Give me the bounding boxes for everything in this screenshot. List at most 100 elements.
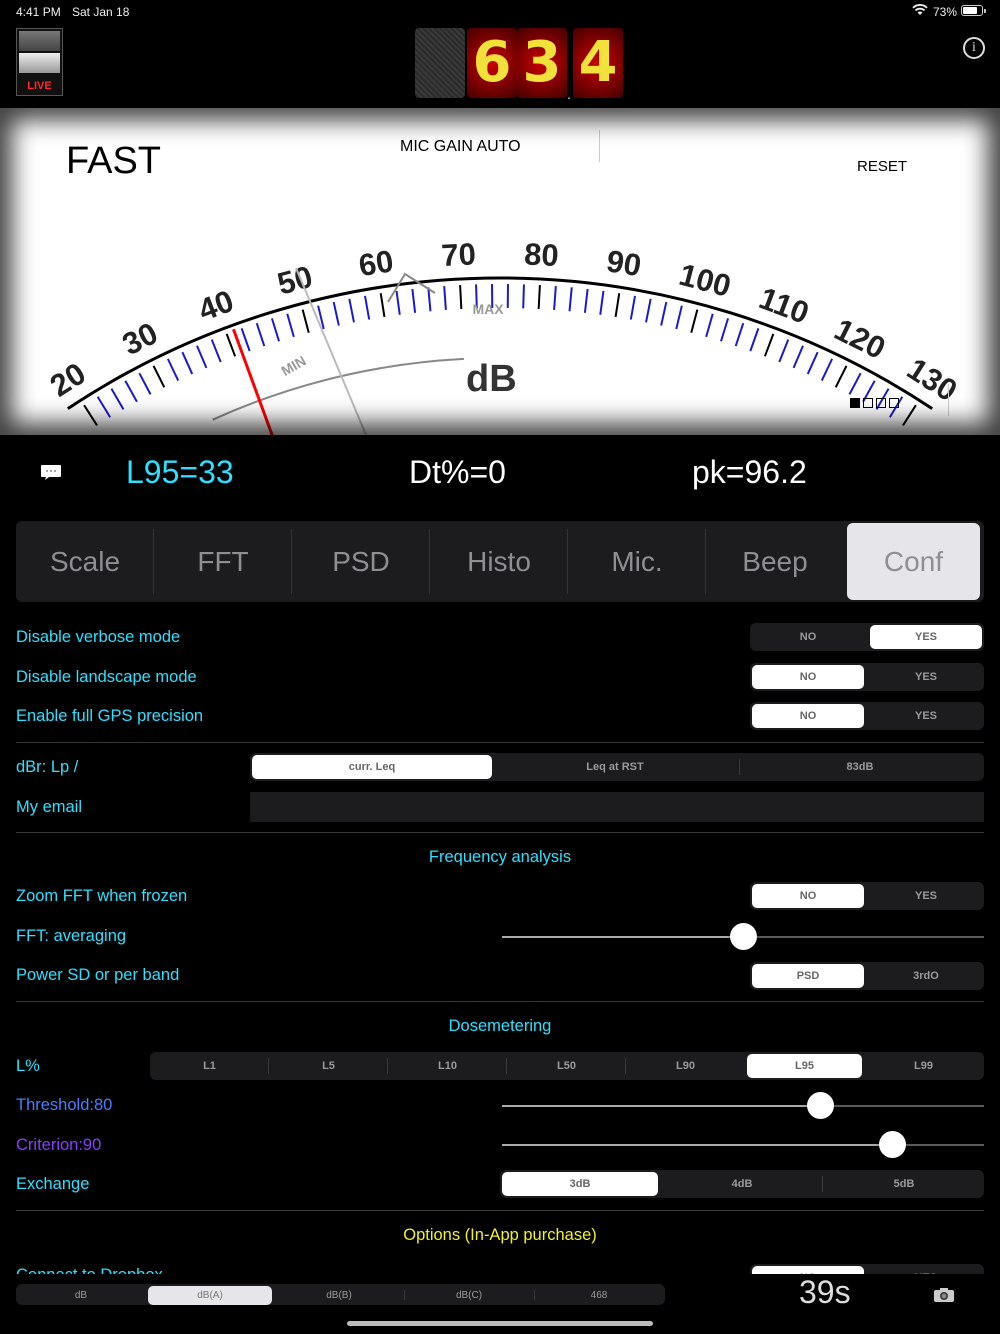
tab-psd[interactable]: PSD xyxy=(292,521,430,602)
tab-histo[interactable]: Histo xyxy=(430,521,568,602)
level-display: 6 3 . 4 xyxy=(415,28,623,102)
landscape-yes[interactable]: YES xyxy=(870,665,982,689)
scale-tick xyxy=(225,333,237,357)
zoom-fft-label: Zoom FFT when frozen xyxy=(16,887,188,905)
threshold-thumb[interactable] xyxy=(807,1092,835,1119)
lpercent-l10[interactable]: L10 xyxy=(390,1054,505,1078)
dbr-curr-leq[interactable]: curr. Leq xyxy=(252,755,492,779)
min-label: MIN xyxy=(278,352,308,379)
scale-tick xyxy=(834,365,848,388)
tab-scale[interactable]: Scale xyxy=(16,521,154,602)
fft-averaging-thumb[interactable] xyxy=(730,923,757,950)
scale-tick xyxy=(379,293,386,318)
threshold-slider[interactable] xyxy=(502,1092,984,1119)
tab-bar: Scale FFT PSD Histo Mic. Beep Conf xyxy=(16,521,984,602)
scale-tick xyxy=(96,396,112,418)
scale-tick xyxy=(720,318,730,342)
scale-tick xyxy=(166,358,180,381)
verbose-no[interactable]: NO xyxy=(752,625,864,649)
scale-tick xyxy=(763,333,775,357)
divider xyxy=(16,1001,984,1002)
exchange-label: Exchange xyxy=(16,1175,90,1193)
criterion-thumb[interactable] xyxy=(879,1131,907,1158)
scale-label: 30 xyxy=(117,315,164,362)
page-indicator[interactable] xyxy=(850,395,902,413)
criterion-slider[interactable] xyxy=(502,1131,984,1158)
exchange-3db[interactable]: 3dB xyxy=(502,1172,658,1196)
options-section-title: Options (In-App purchase) xyxy=(403,1226,597,1244)
lpercent-l1[interactable]: L1 xyxy=(152,1054,267,1078)
lpercent-l99[interactable]: L99 xyxy=(866,1054,981,1078)
scale-tick xyxy=(599,290,605,315)
lpercent-l5[interactable]: L5 xyxy=(271,1054,386,1078)
verbose-yes[interactable]: YES xyxy=(870,625,982,649)
display-digit: 6 xyxy=(467,28,517,98)
dropbox-label[interactable]: Connect to Dropbox xyxy=(16,1266,163,1274)
gps-yes[interactable]: YES xyxy=(870,704,982,728)
dbr-83db[interactable]: 83dB xyxy=(740,755,980,779)
landscape-no[interactable]: NO xyxy=(752,665,864,689)
zoom-fft-no[interactable]: NO xyxy=(752,884,864,908)
email-field[interactable] xyxy=(250,792,984,822)
chat-bubble-icon[interactable] xyxy=(41,463,61,481)
weighting-dbb[interactable]: dB(B) xyxy=(276,1286,402,1305)
scale-tick xyxy=(210,339,222,363)
camera-icon[interactable] xyxy=(933,1287,955,1303)
scale-tick xyxy=(690,309,699,334)
power-sd-3rdo[interactable]: 3rdO xyxy=(870,964,982,988)
scale-tick xyxy=(138,372,152,395)
lpercent-l50[interactable]: L50 xyxy=(509,1054,624,1078)
scale-tick xyxy=(522,284,525,309)
scale-tick xyxy=(255,322,266,347)
weighting-db[interactable]: dB xyxy=(18,1286,144,1305)
max-label: MAX xyxy=(472,301,504,317)
tab-fft[interactable]: FFT xyxy=(154,521,292,602)
battery-icon xyxy=(961,5,986,16)
scale-tick xyxy=(411,288,417,313)
power-sd-psd[interactable]: PSD xyxy=(752,964,864,988)
lpercent-l95[interactable]: L95 xyxy=(747,1054,862,1078)
lpercent-selector: L1 L5 L10 L50 L90 L95 L99 xyxy=(150,1052,984,1080)
meter-needle xyxy=(232,328,274,435)
fft-averaging-slider[interactable] xyxy=(502,923,984,950)
scale-tick xyxy=(660,301,668,326)
weighting-468[interactable]: 468 xyxy=(536,1286,662,1305)
live-button[interactable]: LIVE xyxy=(16,28,63,96)
scale-tick xyxy=(629,295,636,320)
display-digit: 4 xyxy=(573,28,623,98)
tab-beep[interactable]: Beep xyxy=(706,521,844,602)
scale-label: 120 xyxy=(829,312,891,366)
scale-tick xyxy=(395,290,401,315)
scale-label: 50 xyxy=(274,259,316,302)
dbr-selector: curr. Leq Leq at RST 83dB xyxy=(250,753,984,781)
weighting-dbc[interactable]: dB(C) xyxy=(406,1286,532,1305)
dbr-leq-at-rst[interactable]: Leq at RST xyxy=(495,755,735,779)
exchange-4db[interactable]: 4dB xyxy=(664,1172,820,1196)
exchange-5db[interactable]: 5dB xyxy=(826,1172,982,1196)
scale-tick xyxy=(820,358,834,381)
scale-tick xyxy=(332,301,340,326)
dropbox-yes[interactable]: YES xyxy=(870,1266,982,1274)
tab-mic[interactable]: Mic. xyxy=(568,521,706,602)
scale-tick xyxy=(196,345,208,369)
weighting-dba[interactable]: dB(A) xyxy=(148,1286,272,1305)
scale-label: 40 xyxy=(194,283,239,328)
timer-readout: 39s xyxy=(799,1274,851,1307)
divider xyxy=(16,1210,984,1211)
unit-label: dB xyxy=(466,358,517,400)
display-digit: 3 xyxy=(517,28,567,98)
scale-tick xyxy=(792,345,804,369)
lpercent-l90[interactable]: L90 xyxy=(628,1054,743,1078)
tab-conf[interactable]: Conf xyxy=(847,523,980,600)
dropbox-no[interactable]: NO xyxy=(752,1266,864,1274)
scale-tick xyxy=(459,284,463,310)
zoom-fft-yes[interactable]: YES xyxy=(870,884,982,908)
dropbox-toggle: NO YES xyxy=(750,1264,984,1274)
scale-tick xyxy=(749,328,760,352)
scale-label: 80 xyxy=(523,236,559,273)
scale-label: 60 xyxy=(356,243,395,283)
info-icon[interactable]: i xyxy=(963,37,985,59)
gps-no[interactable]: NO xyxy=(752,704,864,728)
scale-tick xyxy=(301,309,310,334)
scale-tick xyxy=(348,298,355,323)
